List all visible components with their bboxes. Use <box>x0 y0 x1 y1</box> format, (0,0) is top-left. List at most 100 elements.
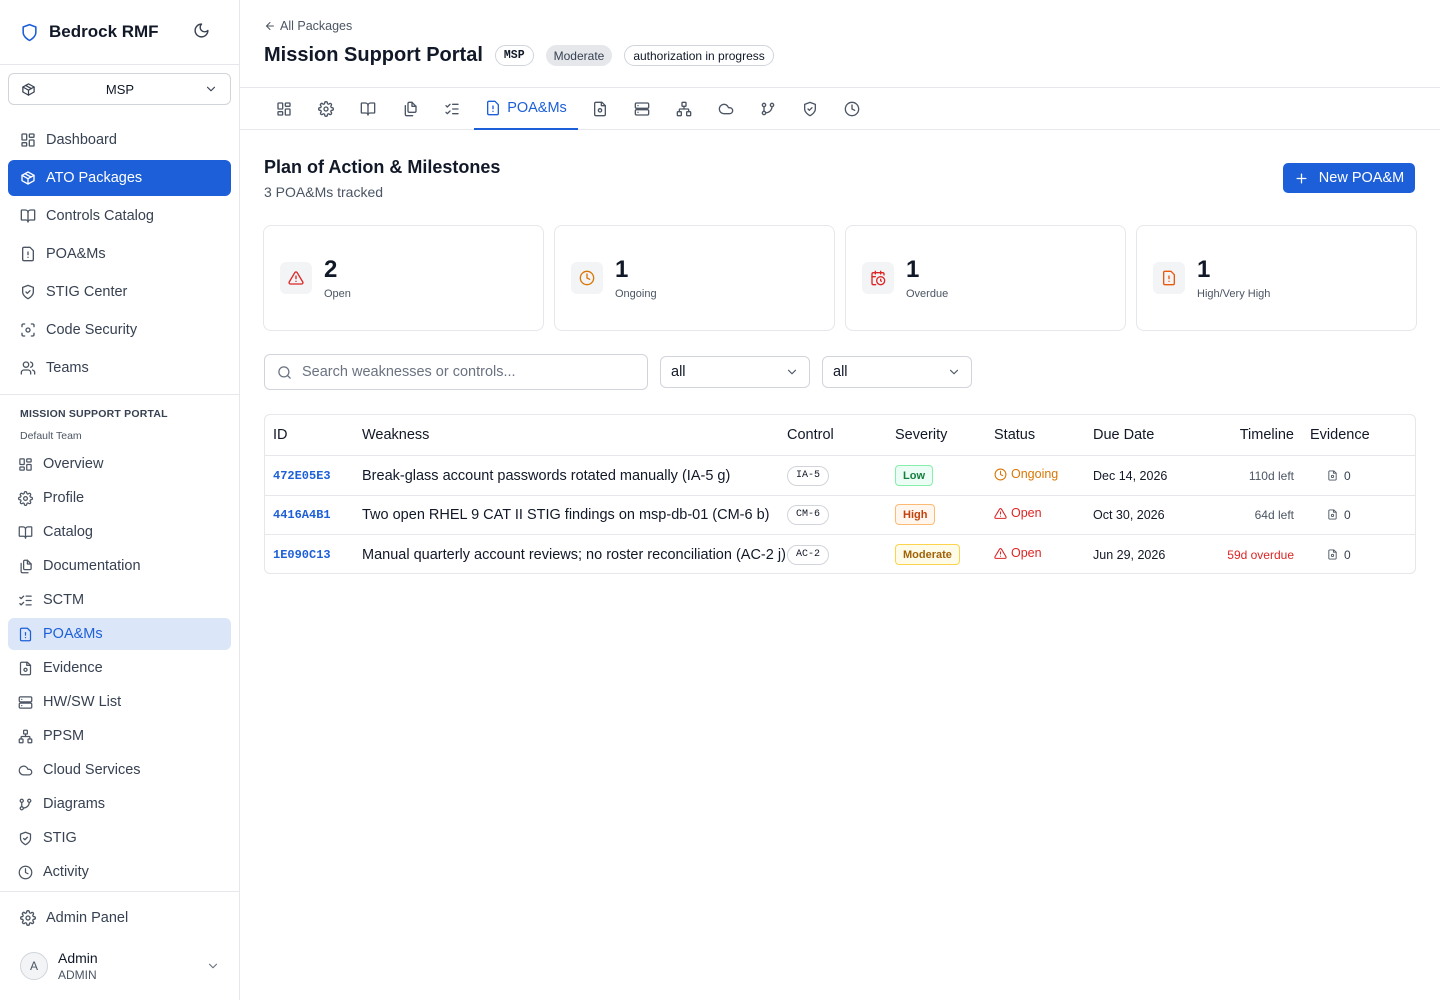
search-input[interactable]: Search weaknesses or controls... <box>264 354 648 390</box>
chevron-down-icon <box>204 82 218 96</box>
poam-id-link[interactable]: 1E090C13 <box>273 535 331 574</box>
back-link-label: All Packages <box>280 19 353 33</box>
file-icon <box>1327 549 1338 560</box>
nav-item-teams[interactable]: Teams <box>8 350 231 386</box>
severity-cell: Moderate <box>895 535 960 574</box>
subnav-item-poams[interactable]: POA&Ms <box>8 618 231 650</box>
subnav-item-catalog[interactable]: Catalog <box>8 516 231 548</box>
subnav-item-label: STIG <box>43 830 77 846</box>
evidence-cell: 0 <box>1327 495 1351 534</box>
nav-item-code-security[interactable]: Code Security <box>8 312 231 348</box>
brand[interactable]: Bedrock RMF <box>20 20 159 44</box>
tab-label: POA&Ms <box>507 100 567 116</box>
column-header[interactable]: Timeline <box>1205 415 1294 455</box>
tab-activity[interactable] <box>832 88 872 130</box>
cloud-icon <box>718 101 734 117</box>
nav-item-label: POA&Ms <box>46 246 106 262</box>
cloud-icon <box>18 763 33 778</box>
stat-label: Open <box>324 288 351 300</box>
tab-hw-sw-list[interactable] <box>622 88 662 130</box>
tab-poams[interactable]: POA&Ms <box>474 88 578 130</box>
tab-profile[interactable] <box>306 88 346 130</box>
moon-icon[interactable] <box>193 22 213 42</box>
subnav-item-profile[interactable]: Profile <box>8 482 231 514</box>
tab-diagrams[interactable] <box>748 88 788 130</box>
column-header[interactable]: Severity <box>895 415 947 455</box>
package-section-team: Default Team <box>20 430 82 442</box>
stat-card-open: 2 Open <box>263 225 544 331</box>
column-header[interactable]: Weakness <box>362 415 429 455</box>
book-icon <box>18 525 33 540</box>
nav-item-ato-packages[interactable]: ATO Packages <box>8 160 231 196</box>
tab-catalog[interactable] <box>348 88 388 130</box>
weakness-cell: Break-glass account passwords rotated ma… <box>362 467 731 484</box>
subnav-item-activity[interactable]: Activity <box>8 856 231 888</box>
checklist-icon <box>18 593 33 608</box>
nav-item-dashboard[interactable]: Dashboard <box>8 122 231 158</box>
control-cell: IA-5 <box>787 456 830 495</box>
evidence-cell: 0 <box>1327 535 1351 574</box>
tab-evidence[interactable] <box>580 88 620 130</box>
nav-item-poams[interactable]: POA&Ms <box>8 236 231 272</box>
divider <box>0 394 239 395</box>
subnav-item-label: Cloud Services <box>43 762 141 778</box>
clock-icon <box>994 468 1007 481</box>
package-selector[interactable]: MSP <box>8 73 231 105</box>
subnav-item-label: Profile <box>43 490 85 506</box>
user-menu[interactable]: A Admin ADMIN <box>20 946 220 986</box>
stat-value: 1 <box>1197 256 1211 283</box>
column-header[interactable]: Evidence <box>1310 415 1370 455</box>
tab-stig[interactable] <box>790 88 830 130</box>
poam-id-link[interactable]: 4416A4B1 <box>273 495 331 534</box>
column-header[interactable]: Due Date <box>1093 415 1154 455</box>
poam-id-link[interactable]: 472E05E3 <box>273 456 331 495</box>
subnav-item-hw-sw-list[interactable]: HW/SW List <box>8 686 231 718</box>
alert-triangle-icon <box>280 262 312 294</box>
subnav-item-overview[interactable]: Overview <box>8 448 231 480</box>
tab-documentation[interactable] <box>390 88 430 130</box>
severity-filter-select[interactable]: all <box>822 356 972 388</box>
search-placeholder: Search weaknesses or controls... <box>302 364 516 380</box>
file-alert-icon <box>485 100 501 116</box>
book-icon <box>360 101 376 117</box>
chevron-down-icon <box>947 365 961 379</box>
new-poam-button[interactable]: New POA&M <box>1283 163 1415 193</box>
subnav-item-ppsm[interactable]: PPSM <box>8 720 231 752</box>
weakness-cell: Manual quarterly account reviews; no ros… <box>362 546 786 563</box>
page-header: Mission Support Portal MSP Moderate auth… <box>264 44 774 67</box>
sidebar: Bedrock RMF MSP Dashboard ATO Packages C… <box>0 0 240 1000</box>
control-cell: CM-6 <box>787 495 830 534</box>
nav-item-controls-catalog[interactable]: Controls Catalog <box>8 198 231 234</box>
file-icon <box>18 661 33 676</box>
subnav-item-documentation[interactable]: Documentation <box>8 550 231 582</box>
tab-overview[interactable] <box>264 88 304 130</box>
back-link[interactable]: All Packages <box>264 19 352 33</box>
package-tabs: POA&Ms <box>240 87 1440 130</box>
status-text: Open <box>1011 506 1042 520</box>
subnav-item-sctm[interactable]: SCTM <box>8 584 231 616</box>
subnav-item-diagrams[interactable]: Diagrams <box>8 788 231 820</box>
file-icon <box>592 101 608 117</box>
subnav-item-evidence[interactable]: Evidence <box>8 652 231 684</box>
subnav-item-label: POA&Ms <box>43 626 103 642</box>
status-indicator: Open <box>994 546 1042 560</box>
git-branch-icon <box>760 101 776 117</box>
column-header[interactable]: Status <box>994 415 1035 455</box>
tab-ppsm[interactable] <box>664 88 704 130</box>
nav-item-stig-center[interactable]: STIG Center <box>8 274 231 310</box>
tab-cloud-services[interactable] <box>706 88 746 130</box>
subnav-item-label: Diagrams <box>43 796 106 812</box>
evidence-count: 0 <box>1344 547 1351 562</box>
column-header[interactable]: Control <box>787 415 834 455</box>
shield-check-icon <box>802 101 818 117</box>
subnav-item-cloud-services[interactable]: Cloud Services <box>8 754 231 786</box>
nav-item-label: STIG Center <box>46 284 128 300</box>
subnav-item-stig[interactable]: STIG <box>8 822 231 854</box>
file-alert-icon <box>18 627 33 642</box>
book-icon <box>20 208 36 224</box>
status-filter-select[interactable]: all <box>660 356 810 388</box>
nav-item-admin-panel[interactable]: Admin Panel <box>8 900 231 936</box>
user-name: Admin <box>58 950 98 966</box>
tab-sctm[interactable] <box>432 88 472 130</box>
column-header[interactable]: ID <box>273 415 288 455</box>
